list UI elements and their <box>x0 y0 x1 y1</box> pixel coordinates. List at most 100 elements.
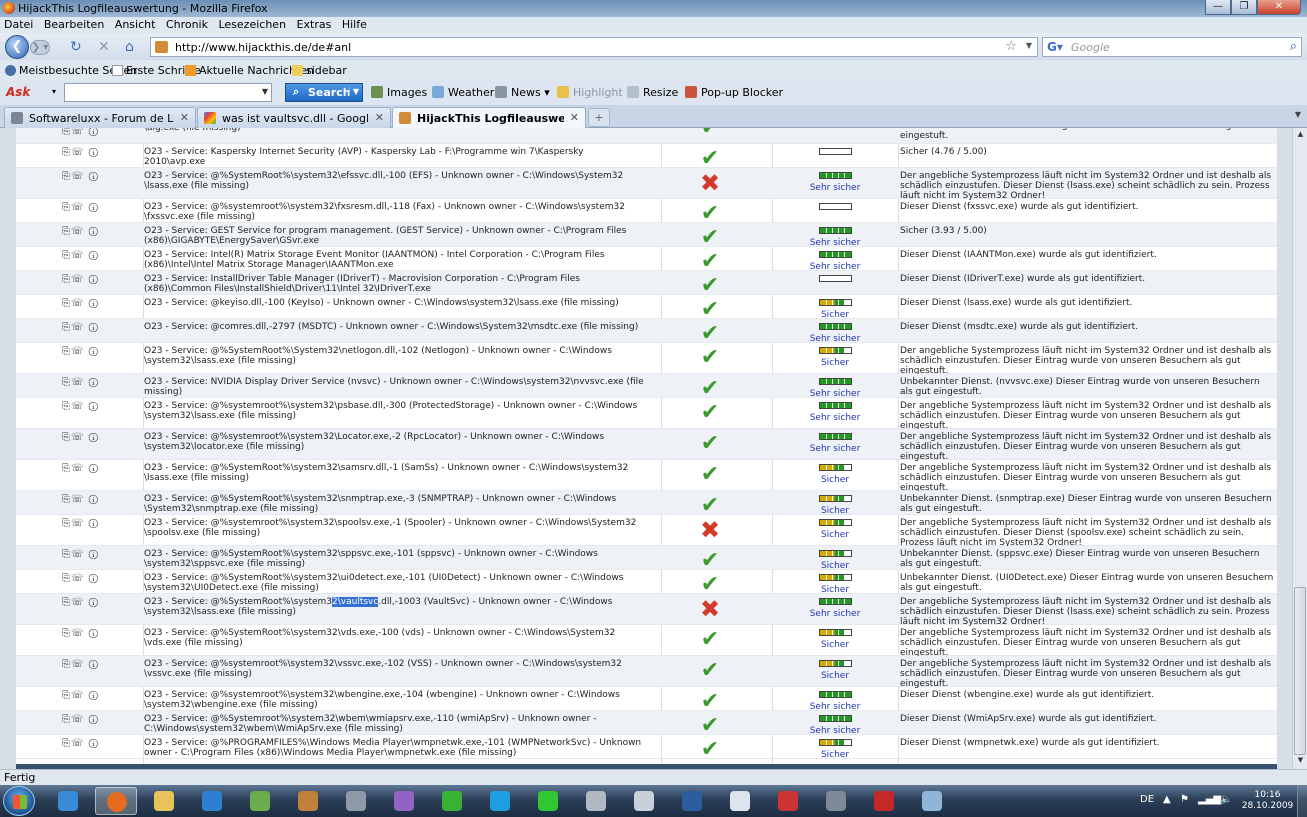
google-icon[interactable]: G▾ <box>1047 40 1063 54</box>
minimize-button[interactable]: — <box>1205 0 1231 15</box>
search-box[interactable]: G▾ Google ⌕ <box>1042 37 1302 57</box>
row-info-icons[interactable]: ⎘☏ ⓘ <box>62 495 99 505</box>
row-info-icons[interactable]: ⎘☏ ⓘ <box>62 299 99 309</box>
row-info-icons[interactable]: ⎘☏ ⓘ <box>62 203 99 213</box>
tab-hijackthis[interactable]: HijackThis Logfileauswertung ✕ <box>392 107 586 129</box>
row-info-icons[interactable]: ⎘☏ ⓘ <box>62 148 99 158</box>
show-desktop-button[interactable] <box>1297 785 1307 817</box>
tab-close-icon[interactable]: ✕ <box>375 111 384 124</box>
tab-softwareluxx[interactable]: Softwareluxx - Forum de Luxx ✕ <box>4 107 196 128</box>
taskbar-app-app[interactable] <box>287 787 329 815</box>
url-dropdown-icon[interactable]: ▼ <box>1026 41 1032 50</box>
row-info-icons[interactable]: ⎘☏ ⓘ <box>62 660 99 670</box>
row-info-icons[interactable]: ⎘☏ ⓘ <box>62 251 99 261</box>
scroll-down-icon[interactable]: ▼ <box>1295 756 1306 767</box>
tab-close-icon[interactable]: ✕ <box>180 111 189 124</box>
row-info-icons[interactable]: ⎘☏ ⓘ <box>62 598 99 608</box>
taskbar-app-app[interactable] <box>431 787 473 815</box>
url-bar[interactable]: http://www.hijackthis.de/de#anl ☆ ▼ <box>150 37 1038 57</box>
taskbar-app-app[interactable] <box>239 787 281 815</box>
row-info-icons[interactable]: ⎘☏ ⓘ <box>62 275 99 285</box>
start-button[interactable] <box>3 786 35 816</box>
stop-icon[interactable]: ✕ <box>98 39 110 55</box>
taskbar-app-app[interactable] <box>911 787 953 815</box>
row-info-icons[interactable]: ⎘☏ ⓘ <box>62 739 99 749</box>
menu-hilfe[interactable]: Hilfe <box>338 17 370 31</box>
taskbar-app-app[interactable] <box>623 787 665 815</box>
row-info-icons[interactable]: ⎘☏ ⓘ <box>62 347 99 357</box>
ask-search-button[interactable]: ⌕ Search ▼ <box>285 83 363 102</box>
menu-ansicht[interactable]: Ansicht <box>111 17 159 31</box>
images-button[interactable]: Images <box>371 86 427 99</box>
menu-datei[interactable]: Datei <box>0 17 36 31</box>
taskbar-app-app[interactable] <box>671 787 713 815</box>
highlight-button[interactable]: Highlight <box>557 86 623 99</box>
taskbar-app-skype[interactable] <box>479 787 521 815</box>
resize-button[interactable]: Resize <box>627 86 678 99</box>
ask-menu-dropdown-icon[interactable]: ▾ <box>52 87 56 96</box>
taskbar-app-app[interactable] <box>575 787 617 815</box>
action-center-flag-icon[interactable]: ⚑ <box>1180 794 1189 805</box>
taskbar-app-media-player[interactable] <box>191 787 233 815</box>
window-title-bar[interactable]: HijackThis Logfileauswertung - Mozilla F… <box>0 0 1307 17</box>
network-icon[interactable]: ▂▄▆ <box>1198 794 1221 805</box>
row-info-icons[interactable]: ⎘☏ ⓘ <box>62 227 99 237</box>
row-info-icons[interactable]: ⎘☏ ⓘ <box>62 691 99 701</box>
home-icon[interactable]: ⌂ <box>125 39 134 55</box>
back-button[interactable]: ❮ <box>5 35 29 59</box>
taskbar-app-app[interactable] <box>719 787 761 815</box>
language-indicator[interactable]: DE <box>1140 794 1154 805</box>
taskbar-app-app[interactable] <box>527 787 569 815</box>
menu-lesezeichen[interactable]: Lesezeichen <box>214 17 289 31</box>
taskbar-app-app[interactable] <box>815 787 857 815</box>
url-text[interactable]: http://www.hijackthis.de/de#anl <box>175 41 351 54</box>
menu-bearbeiten[interactable]: Bearbeiten <box>40 17 107 31</box>
row-info-icons[interactable]: ⎘☏ ⓘ <box>62 464 99 474</box>
scroll-up-icon[interactable]: ▲ <box>1295 130 1306 141</box>
menu-chronik[interactable]: Chronik <box>162 17 211 31</box>
taskbar-app-kaspersky[interactable] <box>863 787 905 815</box>
list-all-tabs-icon[interactable]: ▼ <box>1292 110 1304 124</box>
tab-google-search[interactable]: was ist vaultsvc.dll - Google-Suche ✕ <box>197 107 391 128</box>
row-info-icons[interactable]: ⎘☏ ⓘ <box>62 519 99 529</box>
menu-extras[interactable]: Extras <box>293 17 335 31</box>
taskbar-app-app[interactable] <box>383 787 425 815</box>
ask-search-dropdown-icon[interactable]: ▼ <box>348 87 359 96</box>
scrollbar-thumb[interactable] <box>1294 587 1306 755</box>
maximize-button[interactable]: ❐ <box>1231 0 1257 15</box>
forward-button[interactable]: ❯ ▾ <box>30 40 50 55</box>
reload-icon[interactable]: ↻ <box>70 39 82 55</box>
news-button[interactable]: News ▾ <box>495 86 550 99</box>
search-icon[interactable]: ⌕ <box>1290 39 1297 54</box>
system-clock[interactable]: 10:16 28.10.2009 <box>1240 790 1295 812</box>
volume-icon[interactable]: 🔈 <box>1220 794 1232 805</box>
show-hidden-icons-icon[interactable]: ▲ <box>1163 794 1171 805</box>
row-info-icons[interactable]: ⎘☏ ⓘ <box>62 172 99 182</box>
taskbar-app-internet-explorer[interactable] <box>47 787 89 815</box>
tab-close-icon[interactable]: ✕ <box>570 111 579 124</box>
row-info-icons[interactable]: ⎘☏ ⓘ <box>62 378 99 388</box>
bookmark-sidebar[interactable]: sidebar <box>292 64 347 77</box>
search-placeholder[interactable]: Google <box>1071 41 1110 54</box>
taskbar-app-firefox[interactable] <box>95 787 137 815</box>
row-info-icons[interactable]: ⎘☏ ⓘ <box>62 550 99 560</box>
vertical-scrollbar[interactable]: ▲ ▼ <box>1292 128 1307 769</box>
ask-input-dropdown-icon[interactable]: ▼ <box>262 87 268 96</box>
close-button[interactable]: ✕ <box>1257 0 1301 15</box>
bookmark-star-icon[interactable]: ☆ <box>1005 39 1017 54</box>
row-info-icons[interactable]: ⎘☏ ⓘ <box>62 128 99 137</box>
popup-blocker-button[interactable]: Pop-up Blocker <box>685 86 783 99</box>
row-info-icons[interactable]: ⎘☏ ⓘ <box>62 433 99 443</box>
new-tab-button[interactable]: + <box>588 108 610 127</box>
taskbar-app-app[interactable] <box>335 787 377 815</box>
row-info-icons[interactable]: ⎘☏ ⓘ <box>62 629 99 639</box>
row-info-icons[interactable]: ⎘☏ ⓘ <box>62 574 99 584</box>
row-info-icons[interactable]: ⎘☏ ⓘ <box>62 715 99 725</box>
row-info-icons[interactable]: ⎘☏ ⓘ <box>62 323 99 333</box>
weather-button[interactable]: Weather <box>432 86 494 99</box>
ask-search-input[interactable]: ▼ <box>64 83 272 102</box>
row-info-icons[interactable]: ⎘☏ ⓘ <box>62 402 99 412</box>
taskbar-app-explorer[interactable] <box>143 787 185 815</box>
taskbar-app-app[interactable] <box>767 787 809 815</box>
ask-logo[interactable]: Ask <box>6 85 30 99</box>
